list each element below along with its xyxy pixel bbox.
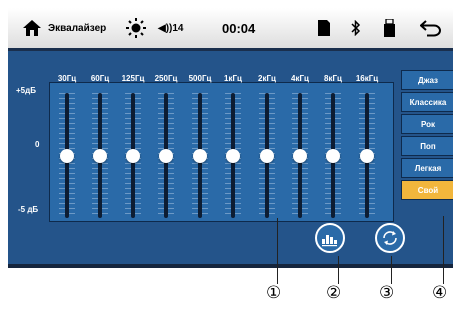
band-label: 60Гц [90,74,110,83]
sd-card-icon [318,8,330,48]
callout-2: ② [326,283,342,303]
header-divider [8,48,453,51]
callout-line-2 [338,256,339,284]
equalizer-screen: Эквалайзер ◀))14 00:04 +5дБ 0 -5 дБ 30Гц… [8,8,453,268]
home-icon[interactable] [22,8,42,48]
usb-icon [384,8,395,48]
band-label: 2кГц [258,74,276,83]
clock: 00:04 [222,20,256,36]
band-label: 500Гц [188,74,212,83]
band-label: 16кГц [355,74,379,83]
preset-button[interactable]: Свой [401,180,453,200]
equalizer-settings-button[interactable] [315,223,345,253]
bottom-bar [8,264,453,268]
slider-knob[interactable] [226,148,240,163]
db-label-zero: 0 [35,140,40,149]
band-label: 1кГц [224,74,242,83]
reset-button[interactable] [375,223,405,253]
preset-button[interactable]: Легкая [401,158,453,178]
slider-knob[interactable] [260,148,274,163]
slider-knob[interactable] [159,148,173,163]
preset-button[interactable]: Поп [401,136,453,156]
equalizer-icon [322,235,337,247]
refresh-icon [383,231,397,245]
slider-knob[interactable] [293,148,307,163]
callout-line-1 [277,218,278,284]
callout-1: ① [266,283,282,303]
band-label: 250Гц [154,74,178,83]
band-label: 8кГц [324,74,342,83]
callout-4: ④ [432,283,448,303]
status-bar: Эквалайзер ◀))14 00:04 [8,8,453,48]
band-label: 30Гц [57,74,77,83]
preset-button[interactable]: Классика [401,92,453,112]
preset-button[interactable]: Рок [401,114,453,134]
db-label-top: +5дБ [16,86,36,95]
slider-knob[interactable] [360,148,374,163]
slider-knob[interactable] [60,148,74,163]
callout-line-3 [391,256,392,284]
db-label-bottom: -5 дБ [18,205,39,214]
slider-knob[interactable] [326,148,340,163]
screen-title: Эквалайзер [48,22,107,34]
volume-indicator[interactable]: ◀))14 [158,8,183,48]
back-icon[interactable] [420,8,442,48]
callout-line-4 [443,216,444,284]
slider-knob[interactable] [193,148,207,163]
preset-button[interactable]: Джаз [401,70,453,90]
band-label: 4кГц [291,74,309,83]
brightness-icon[interactable] [126,8,146,48]
slider-knob[interactable] [93,148,107,163]
band-label: 125Гц [121,74,145,83]
bluetooth-icon [351,8,361,48]
callout-3: ③ [379,283,395,303]
slider-knob[interactable] [126,148,140,163]
